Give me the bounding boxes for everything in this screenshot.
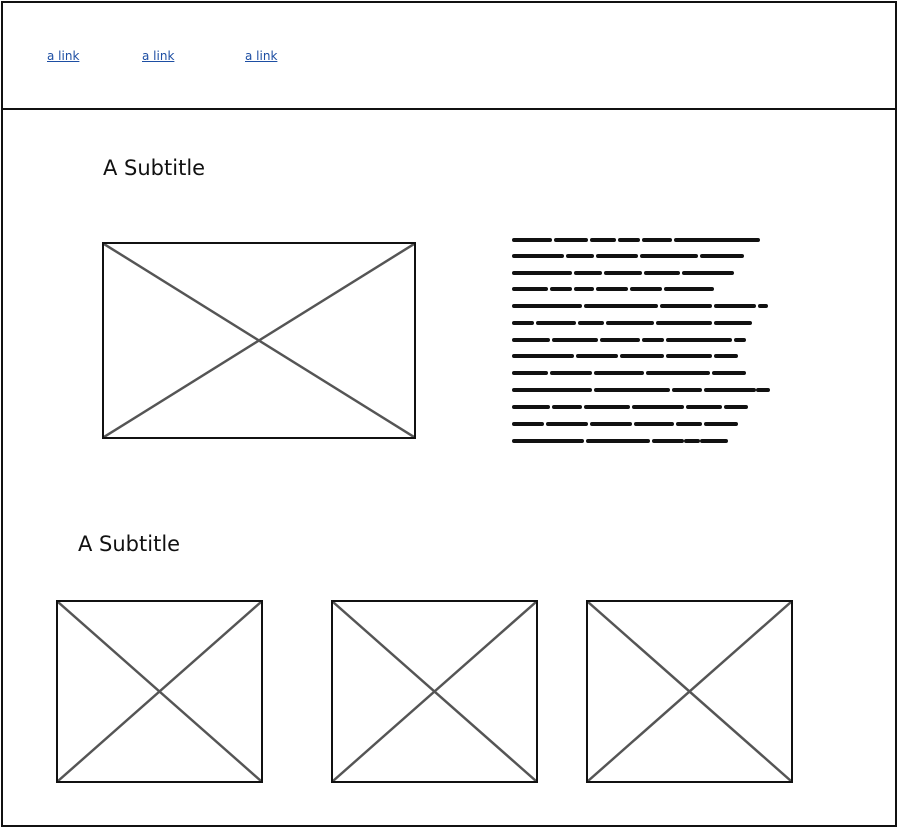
- gallery-image-placeholder-3: [586, 600, 793, 783]
- hero-image-placeholder: [102, 242, 416, 439]
- nav-link-1[interactable]: a link: [47, 49, 79, 63]
- gallery-image-placeholder-1: [56, 600, 263, 783]
- image-placeholder-icon: [104, 244, 414, 437]
- image-placeholder-icon: [333, 602, 536, 781]
- image-placeholder-icon: [588, 602, 791, 781]
- section-1-subtitle: A Subtitle: [103, 156, 206, 180]
- section-2-subtitle: A Subtitle: [78, 532, 181, 556]
- top-nav-bar: a link a link a link: [1, 1, 897, 110]
- gallery-image-placeholder-2: [331, 600, 538, 783]
- nav-link-3[interactable]: a link: [245, 49, 277, 63]
- text-placeholder-icon: [512, 238, 770, 443]
- nav-link-2[interactable]: a link: [142, 49, 174, 63]
- image-placeholder-icon: [58, 602, 261, 781]
